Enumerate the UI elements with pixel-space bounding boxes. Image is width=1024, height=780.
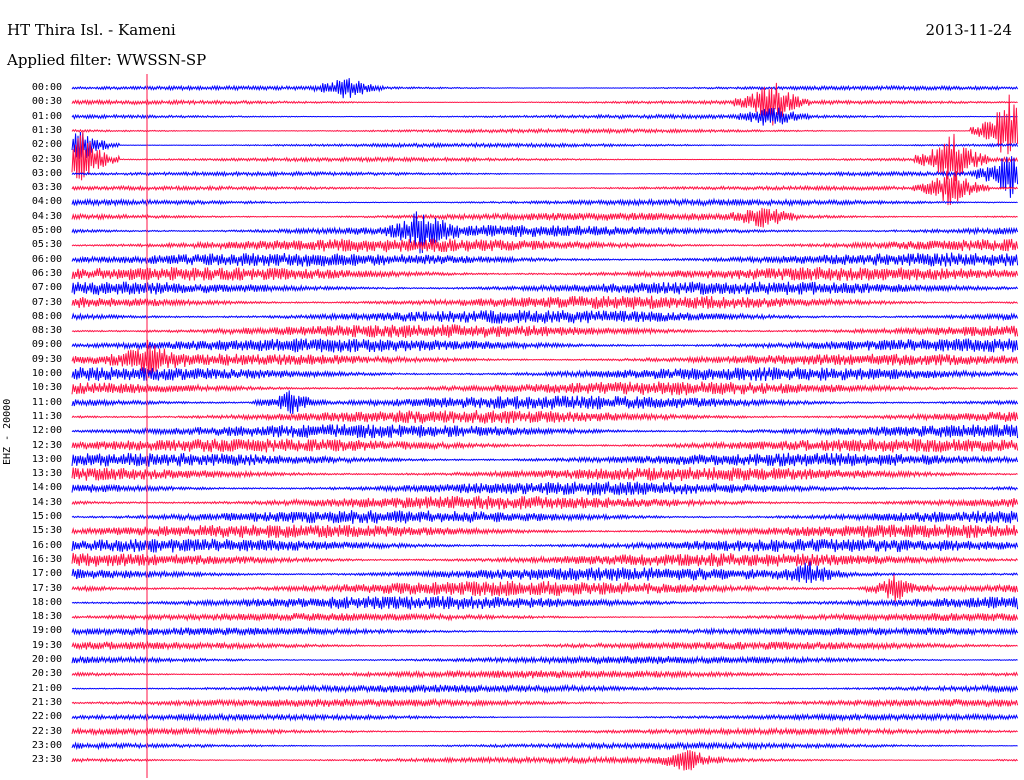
trace-1500 (71, 510, 1019, 524)
trace-0200 (71, 131, 1019, 159)
trace-0800 (71, 309, 1019, 324)
trace-1730 (71, 574, 1019, 602)
trace-1930 (71, 640, 1018, 651)
trace-2230 (71, 726, 1018, 737)
seismogram-plot (71, 74, 1019, 778)
trace-2330 (71, 750, 1018, 771)
trace-0630 (71, 266, 1019, 281)
trace-1900 (71, 626, 1019, 637)
trace-1230 (71, 438, 1019, 453)
trace-1830 (71, 612, 1019, 622)
trace-0430 (71, 207, 1018, 228)
trace-1600 (71, 538, 1019, 553)
trace-1400 (71, 481, 1018, 496)
trace-1330 (71, 467, 1018, 482)
trace-0900 (71, 338, 1019, 353)
trace-0400 (71, 197, 1018, 208)
trace-1130 (71, 409, 1019, 424)
trace-2300 (71, 740, 1018, 751)
trace-0000 (71, 78, 1019, 99)
trace-0730 (71, 295, 1018, 310)
trace-1800 (71, 596, 1019, 610)
trace-1430 (71, 495, 1019, 510)
trace-0100 (71, 107, 1018, 126)
trace-0700 (71, 281, 1019, 296)
trace-1700 (71, 561, 1019, 584)
trace-0600 (71, 252, 1019, 267)
trace-2130 (71, 697, 1019, 708)
trace-1530 (71, 524, 1019, 539)
trace-2100 (71, 683, 1019, 694)
trace-1100 (71, 390, 1019, 415)
trace-2030 (71, 669, 1019, 680)
trace-2200 (71, 712, 1019, 723)
trace-1030 (71, 381, 1018, 396)
trace-1200 (71, 424, 1019, 439)
trace-0300 (71, 156, 1019, 198)
trace-1000 (71, 367, 1019, 381)
trace-0530 (71, 238, 1019, 253)
trace-1630 (71, 552, 1018, 567)
trace-0830 (71, 324, 1019, 338)
trace-2000 (71, 654, 1018, 666)
trace-1300 (71, 452, 1019, 467)
